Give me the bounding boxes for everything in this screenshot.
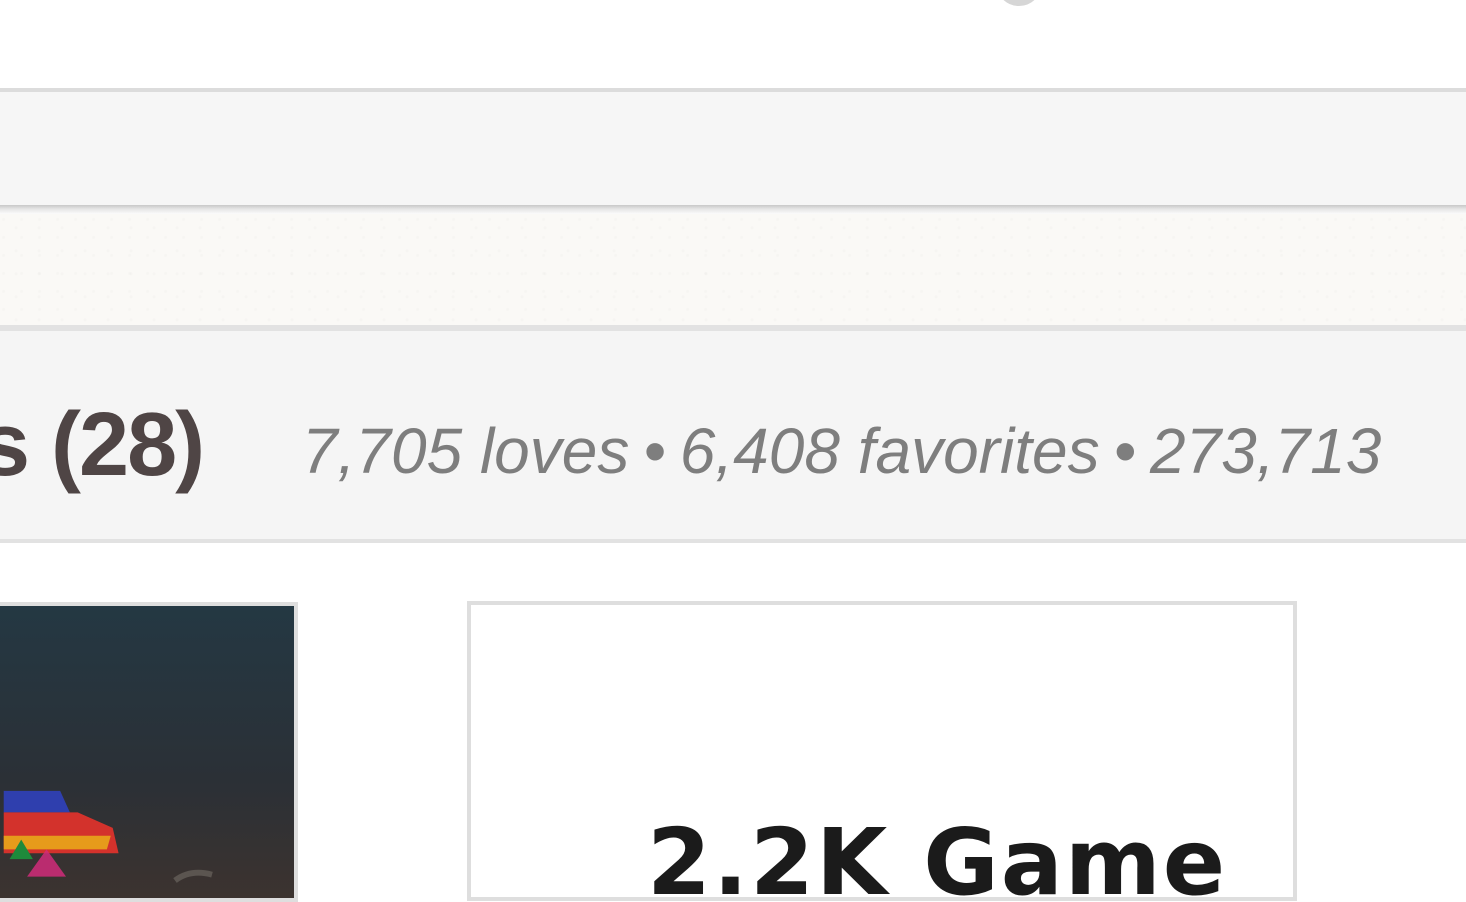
- textured-strip: [0, 214, 1466, 326]
- stats-separator: •: [643, 415, 666, 487]
- avatar-fragment: [996, 0, 1042, 6]
- section-header: s (28) 7,705 loves • 6,408 favorites • 273,7…: [0, 325, 1466, 543]
- nav-bar: [0, 88, 1466, 206]
- game-card-title[interactable]: 2.2K Game: [647, 813, 1227, 898]
- plays-count: 273,713: [1149, 415, 1382, 487]
- loves-count: 7,705 loves: [302, 415, 630, 487]
- top-area: [0, 0, 1466, 88]
- game-thumbnail-icon: [0, 606, 294, 898]
- section-stats: 7,705 loves • 6,408 favorites • 273,713: [302, 411, 1381, 491]
- stats-separator: •: [1113, 415, 1136, 487]
- favorites-count: 6,408 favorites: [679, 415, 1100, 487]
- game-card[interactable]: 2.2K Game: [467, 601, 1297, 901]
- game-card[interactable]: [0, 602, 298, 902]
- section-title: s (28): [0, 395, 205, 495]
